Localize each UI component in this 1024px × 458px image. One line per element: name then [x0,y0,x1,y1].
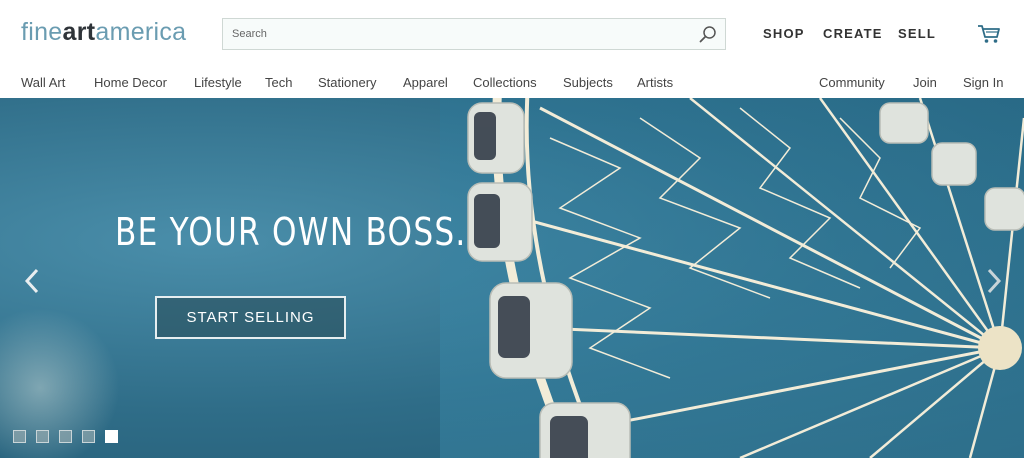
chevron-left-icon[interactable] [22,266,42,296]
site-header: fineartamerica SHOP CREATE SELL [0,0,1024,68]
category-stationery[interactable]: Stationery [318,75,377,90]
nav-sell[interactable]: SELL [898,26,936,41]
category-wall-art[interactable]: Wall Art [21,75,65,90]
nav-community[interactable]: Community [819,75,885,90]
hero-banner: BE YOUR OWN BOSS. START SELLING [0,98,1024,458]
nav-join[interactable]: Join [913,75,937,90]
slide-dot-2[interactable] [36,430,49,443]
category-tech[interactable]: Tech [265,75,292,90]
slide-indicators [13,430,118,443]
category-apparel[interactable]: Apparel [403,75,448,90]
nav-create[interactable]: CREATE [823,26,883,41]
start-selling-button[interactable]: START SELLING [155,296,346,339]
nav-shop[interactable]: SHOP [763,26,805,41]
slide-dot-3[interactable] [59,430,72,443]
search-icon[interactable] [699,25,717,43]
category-nav: Wall Art Home Decor Lifestyle Tech Stati… [0,68,1024,98]
category-subjects[interactable]: Subjects [563,75,613,90]
search-input[interactable] [223,19,693,49]
chevron-right-icon[interactable] [984,266,1004,296]
site-logo[interactable]: fineartamerica [21,18,186,47]
ferris-wheel-image [440,98,1024,458]
logo-america: america [95,18,187,46]
hero-title: BE YOUR OWN BOSS. [115,210,467,254]
search-bar [222,18,726,50]
slide-dot-4[interactable] [82,430,95,443]
logo-art: art [62,18,96,46]
category-collections[interactable]: Collections [473,75,537,90]
cart-icon[interactable] [977,24,1001,44]
logo-fine: fine [21,18,63,46]
nav-sign-in[interactable]: Sign In [963,75,1003,90]
category-artists[interactable]: Artists [637,75,673,90]
category-lifestyle[interactable]: Lifestyle [194,75,242,90]
category-home-decor[interactable]: Home Decor [94,75,167,90]
slide-dot-5[interactable] [105,430,118,443]
slide-dot-1[interactable] [13,430,26,443]
